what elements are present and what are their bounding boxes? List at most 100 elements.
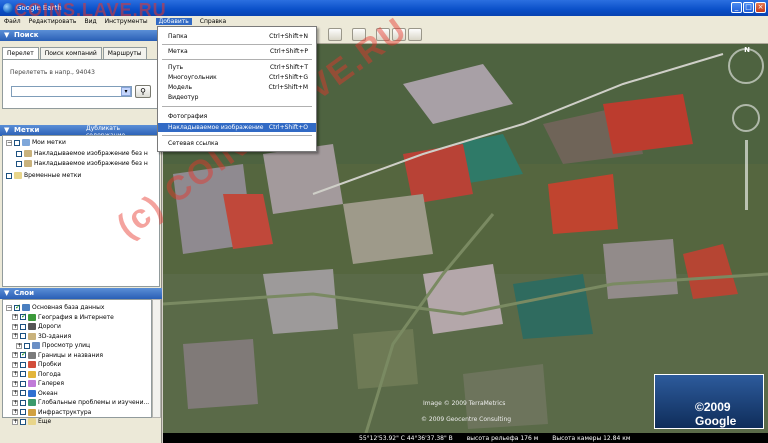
menu-item-polygon[interactable]: Многоугольник Ctrl+Shift+G — [158, 73, 316, 82]
layer-checkbox[interactable] — [20, 323, 26, 330]
layer-label: Просмотр улиц — [42, 342, 91, 349]
expand-toggle-icon[interactable]: + — [12, 371, 18, 377]
expand-toggle-icon[interactable]: + — [12, 380, 18, 387]
layer-label: Основная база данных — [32, 304, 105, 311]
layer-checkbox[interactable] — [20, 380, 26, 387]
layer-label: Океан — [38, 389, 58, 397]
search-panel-header[interactable]: ▼ Поиск — [0, 30, 162, 41]
expand-toggle-icon[interactable]: + — [16, 342, 22, 349]
layer-label: Дороги — [38, 323, 61, 330]
layer-item[interactable]: + Пробки — [12, 361, 61, 368]
layer-item[interactable]: + Просмотр улиц — [16, 342, 90, 349]
layer-item[interactable]: + Инфраструктура — [12, 408, 92, 416]
layer-icon — [28, 332, 36, 340]
expand-toggle-icon[interactable]: + — [12, 323, 18, 330]
tab-find-businesses[interactable]: Поиск компаний — [39, 47, 102, 59]
layer-icon — [28, 323, 36, 330]
menu-item-folder[interactable]: Папка Ctrl+Shift+N — [158, 32, 316, 41]
expand-toggle-icon[interactable]: + — [12, 399, 18, 406]
layer-checkbox[interactable] — [20, 333, 26, 339]
layer-item[interactable]: + Еще — [12, 418, 51, 425]
expand-toggle-icon[interactable]: + — [12, 352, 18, 358]
layer-label: 3D-здания — [38, 332, 72, 340]
collapse-triangle-icon[interactable]: ▼ — [4, 30, 9, 41]
menu-item-tour[interactable]: Видеотур — [158, 93, 316, 102]
menu-separator — [162, 44, 312, 45]
search-icon: ⚲ — [140, 87, 146, 96]
eye-altitude: Высота камеры 12.84 км — [552, 434, 631, 442]
layer-item[interactable]: + Границы и названия — [12, 350, 103, 359]
menu-item-photo[interactable]: Фотография — [158, 112, 316, 121]
minimize-button[interactable]: _ — [731, 2, 742, 13]
layer-item[interactable]: + Глобальные проблемы и изучени... — [12, 399, 149, 406]
status-bar: 55°12'53.92" С 44°36'37.38" В высота рел… — [163, 433, 768, 443]
layer-checkbox[interactable] — [20, 409, 26, 415]
layer-item[interactable]: + Океан — [12, 389, 58, 397]
layer-icon — [28, 418, 36, 425]
search-pane — [2, 59, 160, 109]
expand-toggle-icon[interactable]: + — [12, 314, 18, 320]
layer-item[interactable]: + Галерея — [12, 380, 64, 387]
menu-item-image-overlay[interactable]: Накладываемое изображение Ctrl+Shift+O — [158, 123, 316, 132]
menu-item-placemark[interactable]: Метка Ctrl+Shift+P — [158, 47, 316, 56]
layer-label: Еще — [38, 418, 52, 425]
watermark-top: COINS.LAVE.RU — [14, 0, 167, 20]
layer-checkbox[interactable] — [20, 371, 26, 377]
layer-icon — [28, 313, 36, 321]
collapse-triangle-icon[interactable]: ▼ — [4, 288, 9, 299]
places-item-my-places[interactable]: − Мои метки — [6, 139, 66, 146]
layer-item[interactable]: + География в Интернете — [12, 312, 114, 321]
terrain-elevation: высота рельефа 176 м — [466, 434, 539, 442]
layer-item[interactable]: + Погода — [12, 370, 61, 378]
layer-checkbox[interactable] — [24, 342, 30, 349]
menu-separator — [162, 106, 312, 107]
zoom-slider[interactable] — [745, 140, 748, 210]
places-item-overlay-2[interactable]: Накладываемое изображение без н — [16, 160, 148, 167]
menu-item-model[interactable]: Модель Ctrl+Shift+M — [158, 83, 316, 92]
copyright-terrametrics: Image © 2009 TerraMetrics — [423, 400, 506, 407]
layer-label: Галерея — [38, 380, 64, 387]
layer-checkbox[interactable] — [14, 303, 21, 311]
layer-checkbox[interactable] — [20, 312, 27, 320]
expand-toggle-icon[interactable]: + — [12, 333, 18, 339]
layer-item[interactable]: − Основная база данных — [6, 303, 105, 311]
maximize-button[interactable]: □ — [743, 2, 754, 13]
google-earth-app-icon — [3, 3, 13, 13]
chevron-down-icon[interactable]: ▾ — [121, 87, 131, 96]
search-input[interactable] — [11, 86, 132, 97]
tab-fly-to[interactable]: Перелет — [2, 47, 39, 59]
expand-toggle-icon[interactable]: + — [12, 361, 18, 368]
layers-scrollbar[interactable] — [152, 299, 161, 418]
expand-toggle-icon[interactable]: + — [12, 418, 18, 425]
layer-checkbox[interactable] — [20, 361, 26, 368]
layer-checkbox[interactable] — [20, 399, 26, 406]
layer-checkbox[interactable] — [20, 350, 27, 358]
copyright-geocentre: © 2009 Geocentre Consulting — [421, 416, 512, 423]
layer-icon — [28, 380, 36, 387]
layer-item[interactable]: + Дороги — [12, 323, 61, 330]
layer-item[interactable]: +3D-здания — [12, 332, 72, 340]
expand-toggle-icon[interactable]: + — [12, 390, 18, 396]
layers-panel-header[interactable]: ▼ Слои — [0, 288, 162, 299]
layer-checkbox[interactable] — [20, 390, 26, 396]
layer-icon — [32, 342, 40, 349]
tab-directions[interactable]: Маршруты — [102, 47, 147, 59]
search-hint: Перелететь в напр., 94043 — [10, 69, 95, 76]
places-item-overlay-1[interactable]: Накладываемое изображение без н — [16, 150, 148, 157]
layer-label: Инфраструктура — [38, 408, 92, 416]
add-menu-dropdown: Папка Ctrl+Shift+N Метка Ctrl+Shift+P Путь… — [157, 26, 317, 152]
layer-label: Границы и названия — [38, 351, 103, 359]
pointer-coordinates: 55°12'53.92" С 44°36'37.38" В — [359, 434, 453, 442]
expand-toggle-icon[interactable]: + — [12, 409, 18, 415]
menu-item-path[interactable]: Путь Ctrl+Shift+T — [158, 63, 316, 72]
image-overlay-icon — [24, 160, 32, 167]
move-control[interactable] — [732, 104, 760, 132]
add-placemark-icon[interactable] — [328, 28, 342, 41]
places-item-temporary[interactable]: Временные метки — [6, 172, 81, 179]
menu-help[interactable]: Справка — [200, 18, 226, 25]
search-button[interactable]: ⚲ — [135, 85, 151, 98]
expand-toggle-icon[interactable]: − — [6, 304, 12, 311]
layer-checkbox[interactable] — [20, 418, 26, 425]
menu-item-network-link[interactable]: Сетевая ссылка — [158, 139, 316, 148]
close-button[interactable]: × — [755, 2, 766, 13]
